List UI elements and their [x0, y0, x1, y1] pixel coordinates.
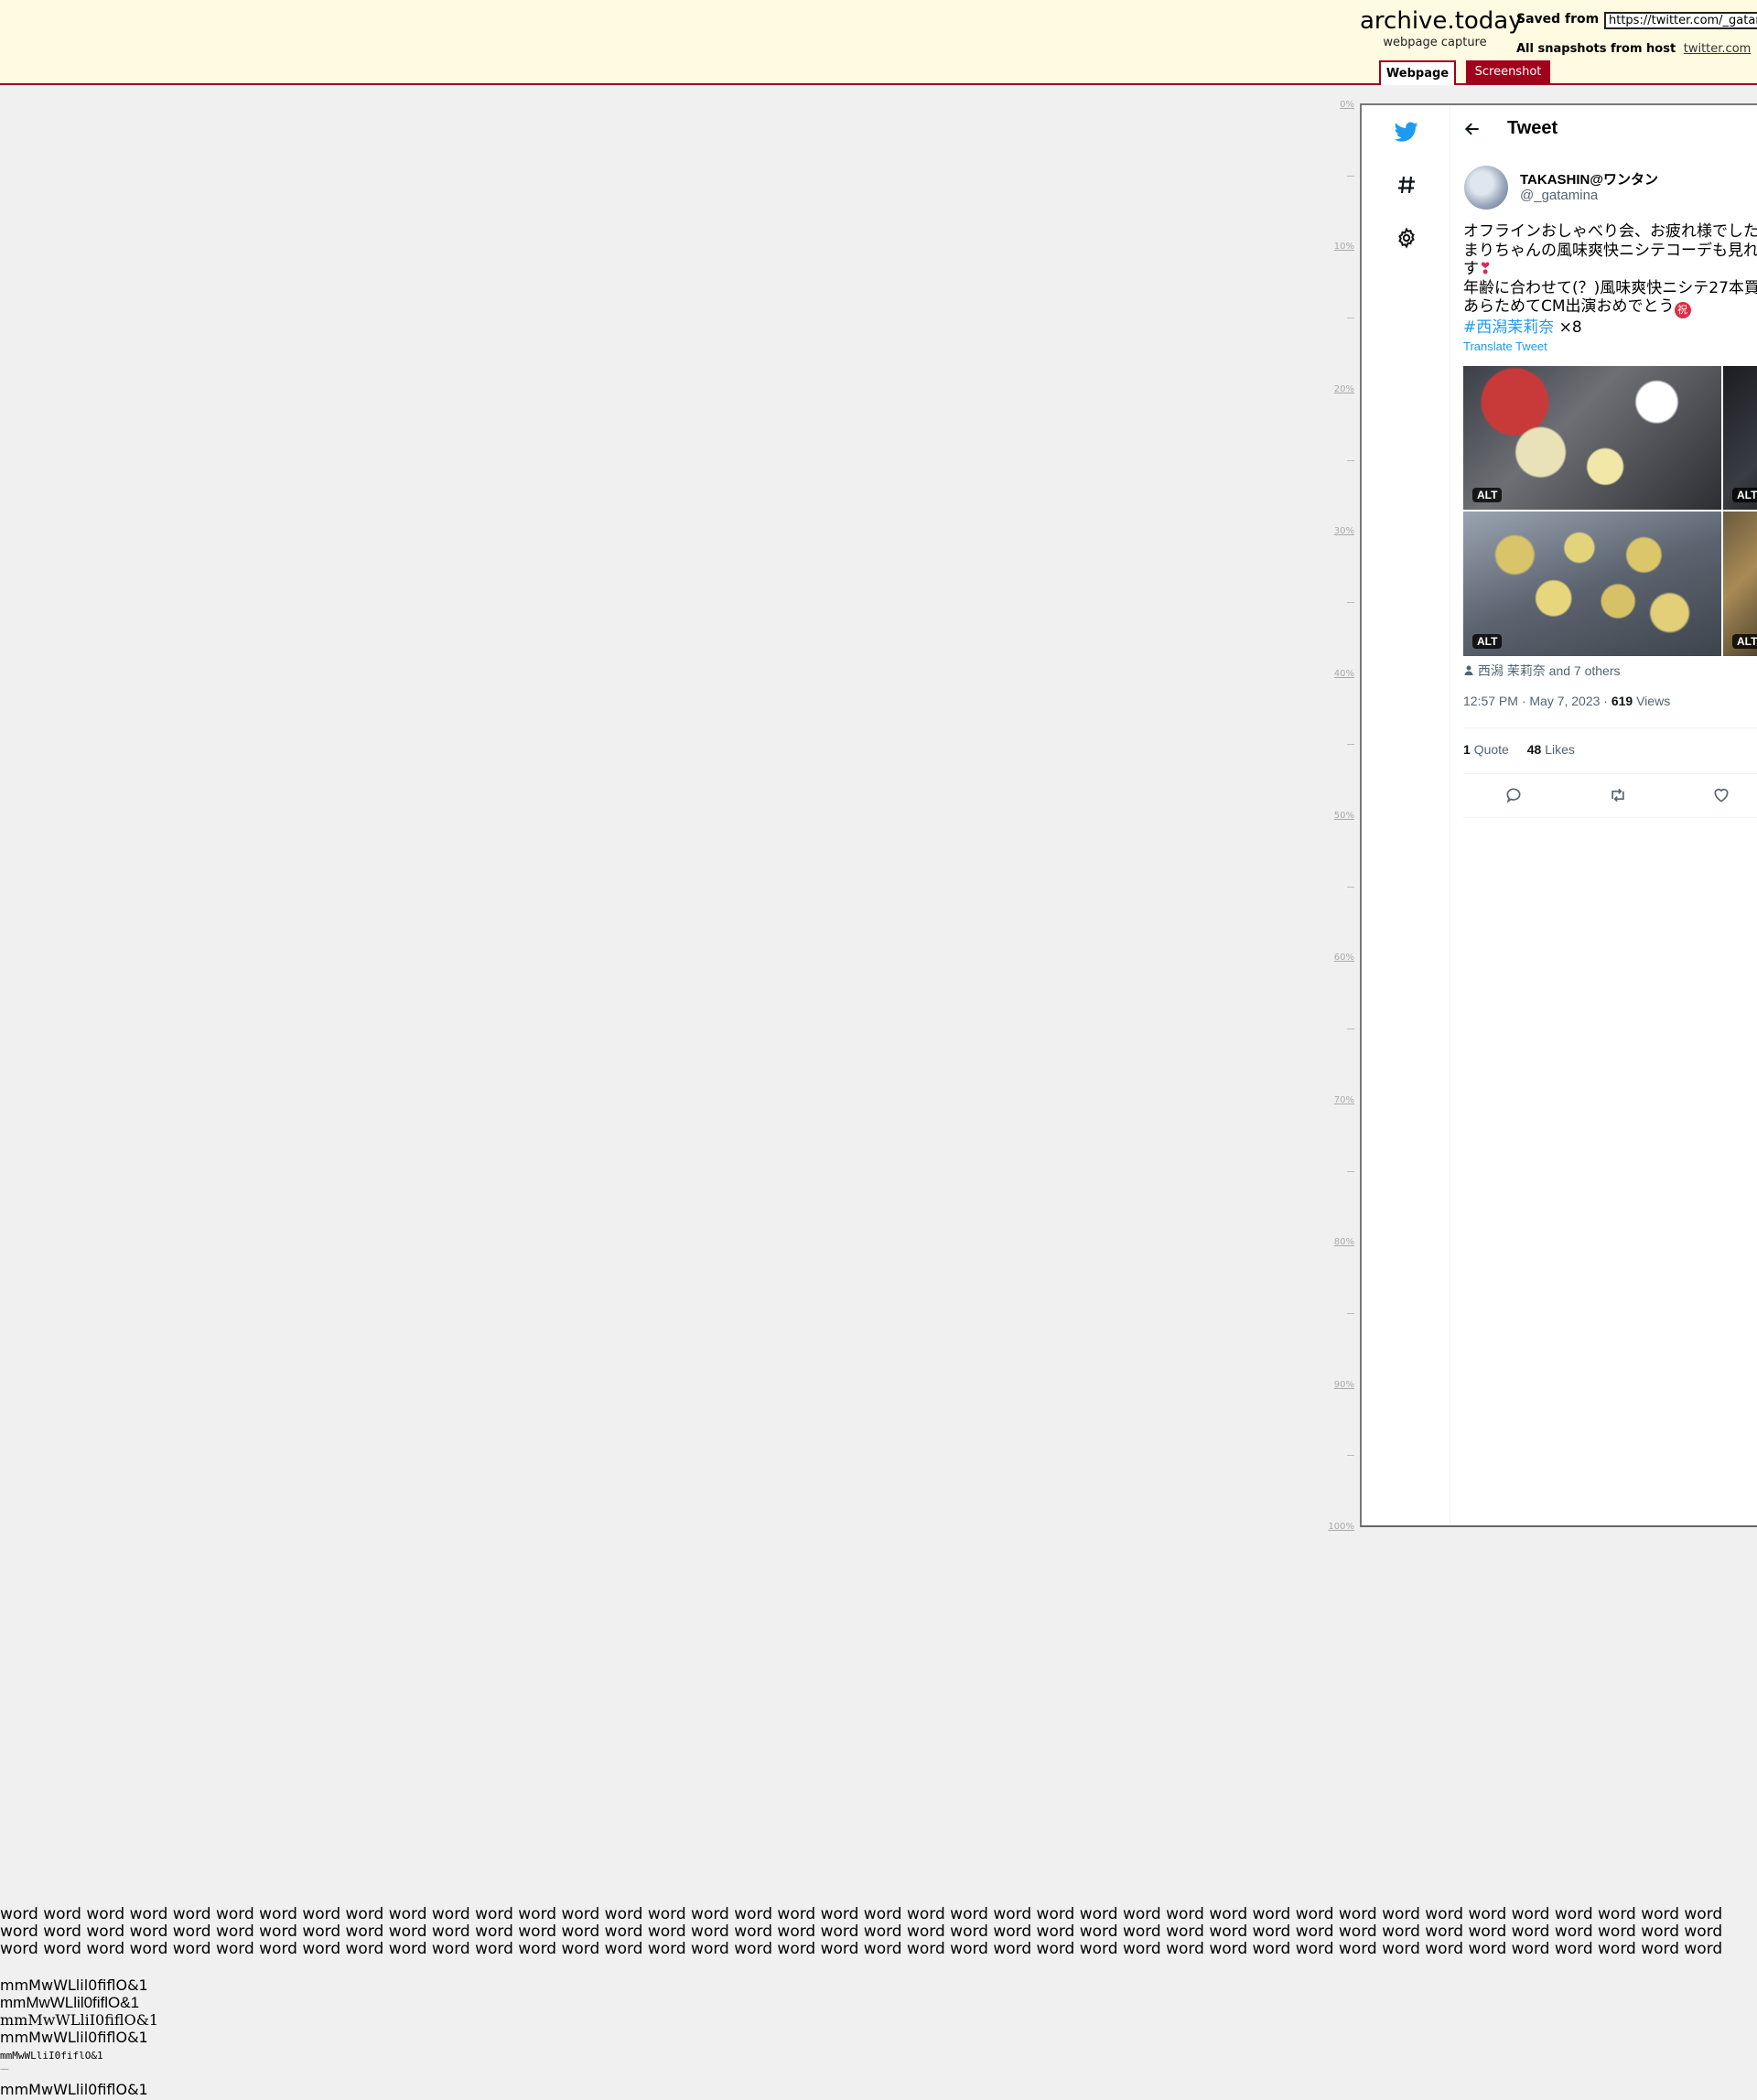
ruler-label[interactable]: 40% — [1299, 669, 1354, 679]
ruler-tick — [1347, 1170, 1354, 1172]
tweet-stats: 1 Quote 48 Likes — [1463, 742, 1575, 757]
alt-badge[interactable]: ALT — [1472, 634, 1503, 649]
font-sample: mmMwWLlil0fiflO&1 — [0, 1994, 140, 2011]
font-sample: mmMwWLliI0fiflO&1 — [0, 2050, 103, 2062]
retweet-icon[interactable] — [1608, 786, 1628, 806]
captured-page-frame: Tweet TAKASHIN@ワンタン @_gatamina オフラインおしゃべ… — [1360, 103, 1757, 1527]
tweet-timestamp: 12:57 PM · May 7, 2023 · 619 Views — [1463, 694, 1670, 708]
author-handle[interactable]: @_gatamina — [1520, 188, 1598, 203]
ruler-label[interactable]: 80% — [1299, 1237, 1354, 1247]
tweet-text-segment: す — [1463, 260, 1479, 278]
ruler-label[interactable]: 50% — [1299, 811, 1354, 821]
tweet-text-line: オフラインおしゃべり会、お疲れ様でした — [1463, 222, 1757, 241]
ruler-tick — [1347, 1028, 1354, 1030]
likes-count: 48 — [1526, 742, 1542, 757]
quotes-stat[interactable]: 1 Quote — [1463, 742, 1509, 757]
settings-gear-icon[interactable] — [1393, 224, 1420, 252]
tweet-photo[interactable]: ALT — [1463, 366, 1721, 510]
tab-webpage[interactable]: Webpage — [1379, 60, 1456, 85]
archive-brand[interactable]: archive.today — [1360, 5, 1523, 37]
from-host-label: from host — [1610, 42, 1676, 56]
divider — [1463, 727, 1757, 728]
reply-icon[interactable] — [1504, 786, 1525, 806]
ruler-label[interactable]: 70% — [1299, 1095, 1354, 1105]
ruler-tick — [1347, 1455, 1354, 1457]
ruler-label[interactable]: 60% — [1299, 953, 1354, 963]
back-arrow-icon[interactable] — [1463, 120, 1482, 143]
hashtag-suffix: ×8 — [1554, 318, 1582, 337]
author-name[interactable]: TAKASHIN@ワンタン — [1520, 169, 1658, 188]
font-sample: — — [0, 2064, 9, 2074]
ruler-label[interactable]: 0% — [1299, 100, 1354, 110]
twitter-logo-icon[interactable] — [1393, 118, 1420, 145]
views-count: 619 — [1611, 694, 1633, 708]
heart-emoji-icon: ❣ — [1479, 260, 1493, 278]
ruler-label[interactable]: 30% — [1299, 526, 1354, 536]
ruler-tick — [1347, 744, 1354, 746]
divider — [1463, 817, 1757, 818]
translate-tweet-link[interactable]: Translate Tweet — [1463, 339, 1547, 353]
tweet-text-line: す❣ — [1463, 260, 1757, 279]
font-sample: mmMwWLlil0fiflO&1 — [0, 2081, 148, 2098]
alt-badge[interactable]: ALT — [1732, 634, 1757, 649]
archive-logo[interactable]: archive.today webpage capture — [1360, 5, 1523, 49]
all-snapshots-label: All snapshots — [1516, 42, 1607, 56]
ruler-label[interactable]: 100% — [1299, 1522, 1354, 1532]
all-snapshots-row: All snapshots from host twitter.com — [1516, 42, 1751, 56]
tweet-photo[interactable]: ALT — [1463, 512, 1721, 656]
tweet-main-column: Tweet TAKASHIN@ワンタン @_gatamina オフラインおしゃべ… — [1450, 105, 1757, 1525]
font-sample: mmMwWLliI0fiflO&1 — [0, 2011, 159, 2029]
font-test-words: word word word word word word word word … — [0, 1906, 1723, 1959]
tweet-photo[interactable]: ALT — [1723, 366, 1757, 510]
page-title: Tweet — [1507, 118, 1558, 138]
font-sample: mmMwWLlil0fiflO&1 — [0, 1976, 148, 1994]
saved-from-label: Saved from — [1516, 12, 1600, 27]
archive-header: archive.today webpage capture Saved from… — [0, 0, 1757, 85]
font-sample: mmMwWLlil0fiflO&1 — [0, 2029, 148, 2046]
tweet-photo[interactable]: ALT — [1723, 512, 1757, 656]
hashtag-link[interactable]: #西潟茉莉奈 — [1463, 318, 1554, 337]
tweet-media-grid: ALT ALT ALT ALT — [1463, 366, 1757, 659]
tweet-text: オフラインおしゃべり会、お疲れ様でした まりちゃんの風味爽快ニシテコーデも見れ … — [1463, 222, 1757, 338]
archive-brand-subtitle: webpage capture — [1383, 36, 1487, 49]
ruler-tick — [1347, 601, 1354, 603]
ruler-label[interactable]: 10% — [1299, 242, 1354, 252]
quotes-count: 1 — [1463, 742, 1471, 757]
iwai-emoji-icon: 祝 — [1674, 302, 1691, 318]
tagged-users-text: 西潟 茉莉奈 and 7 others — [1477, 663, 1621, 678]
divider — [1463, 773, 1757, 774]
ruler-label[interactable]: 90% — [1299, 1380, 1354, 1390]
twitter-left-nav — [1362, 105, 1450, 1525]
saved-from-url-input[interactable]: https://twitter.com/_gatamina — [1604, 12, 1757, 29]
timestamp-text[interactable]: 12:57 PM · May 7, 2023 · — [1463, 694, 1611, 708]
tweet-text-segment: あらためてCM出演おめでとう — [1463, 297, 1675, 316]
ruler-label[interactable]: 20% — [1299, 384, 1354, 394]
tweet-text-line: #西潟茉莉奈 ×8 — [1463, 318, 1757, 338]
ruler-tick — [1347, 175, 1354, 177]
tweet-actions — [1463, 782, 1757, 812]
ruler-tick — [1347, 886, 1354, 888]
tweet-text-line: まりちゃんの風味爽快ニシテコーデも見れ — [1463, 241, 1757, 260]
person-icon — [1464, 665, 1473, 675]
host-link[interactable]: twitter.com — [1684, 42, 1752, 56]
hashtag-icon[interactable] — [1393, 171, 1420, 199]
tagged-users[interactable]: 西潟 茉莉奈 and 7 others — [1463, 662, 1621, 680]
likes-stat[interactable]: 48 Likes — [1527, 742, 1575, 757]
ruler-tick — [1347, 1312, 1354, 1314]
like-heart-icon[interactable] — [1712, 786, 1732, 806]
tweet-text-line: 年齢に合わせて(？)風味爽快ニシテ27本買 — [1463, 278, 1757, 297]
likes-label: Likes — [1545, 742, 1575, 757]
alt-badge[interactable]: ALT — [1732, 488, 1757, 502]
tweet-text-line: あらためてCM出演おめでとう祝 — [1463, 297, 1757, 318]
quotes-label: Quote — [1473, 742, 1509, 757]
tab-screenshot[interactable]: Screenshot — [1466, 60, 1550, 84]
alt-badge[interactable]: ALT — [1472, 488, 1503, 502]
ruler-tick — [1347, 459, 1354, 461]
author-avatar[interactable] — [1464, 166, 1508, 210]
views-label: Views — [1633, 694, 1671, 708]
